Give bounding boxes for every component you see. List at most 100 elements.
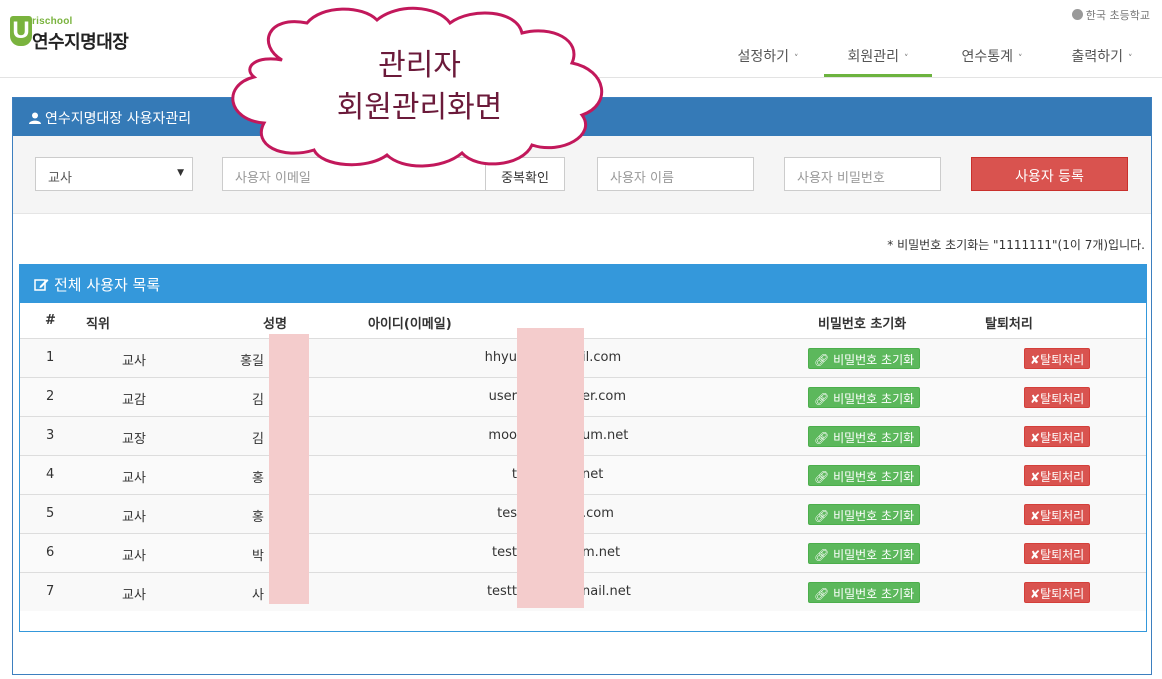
caret-down-icon: ▼ — [177, 168, 184, 178]
email-placeholder: 사용자 이메일 — [235, 171, 311, 186]
chevron-down-icon: ˅ — [1128, 54, 1133, 64]
withdraw-button[interactable]: ✘탈퇴처리 — [1024, 582, 1091, 603]
chevron-down-icon: ˅ — [904, 54, 909, 64]
logo-title: 연수지명대장 — [32, 32, 129, 53]
row-name: 박 — [252, 549, 264, 564]
nav-print-label: 출력하기 — [1071, 49, 1124, 65]
col-header-role: 직위 — [86, 317, 110, 332]
row-role: 교사 — [122, 471, 146, 486]
row-name: 사 — [252, 588, 264, 603]
close-icon: ✘ — [1030, 509, 1041, 523]
reset-password-button[interactable]: 🔗︎ 비밀번호 초기화 — [808, 582, 921, 603]
reset-password-label: 비밀번호 초기화 — [833, 392, 915, 406]
withdraw-button[interactable]: ✘탈퇴처리 — [1024, 348, 1091, 369]
col-header-name: 성명 — [263, 317, 287, 332]
reset-password-button[interactable]: 🔗︎ 비밀번호 초기화 — [808, 504, 921, 525]
link-icon: 🔗︎ — [814, 392, 830, 406]
row-email-end: er.com — [582, 389, 627, 404]
nav-statistics[interactable]: 연수통계 ˅ — [942, 36, 1042, 77]
school-name: 한국 초등학교 — [1071, 7, 1150, 23]
withdraw-button[interactable]: ✘탈퇴처리 — [1024, 543, 1091, 564]
link-icon: 🔗︎ — [814, 509, 830, 523]
row-number: 1 — [46, 350, 55, 365]
nav-members-label: 회원관리 — [847, 49, 900, 65]
row-role: 교사 — [122, 549, 146, 564]
row-number: 6 — [46, 545, 55, 560]
row-email-end: nail.net — [582, 584, 631, 599]
row-number: 7 — [46, 584, 55, 599]
row-number: 3 — [46, 428, 55, 443]
list-header: 전체 사용자 목록 — [20, 265, 1146, 303]
reset-password-label: 비밀번호 초기화 — [833, 353, 915, 367]
withdraw-label: 탈퇴처리 — [1040, 509, 1085, 523]
panel-title: 연수지명대장 사용자관리 — [45, 111, 192, 127]
row-email-start: testt — [486, 584, 517, 599]
reset-password-button[interactable]: 🔗︎ 비밀번호 초기화 — [808, 348, 921, 369]
row-email-start: hhyu — [484, 350, 517, 365]
reset-password-button[interactable]: 🔗︎ 비밀번호 초기화 — [808, 426, 921, 447]
link-icon: 🔗︎ — [814, 470, 830, 484]
annotation-text: 관리자 회원관리화면 — [222, 45, 617, 129]
row-number: 4 — [46, 467, 55, 482]
withdraw-button[interactable]: ✘탈퇴처리 — [1024, 465, 1091, 486]
redaction-mask — [269, 334, 309, 604]
chevron-down-icon: ˅ — [794, 54, 799, 64]
link-icon: 🔗︎ — [814, 587, 830, 601]
row-number: 2 — [46, 389, 55, 404]
nav-settings-label: 설정하기 — [737, 49, 790, 65]
name-placeholder: 사용자 이름 — [610, 171, 674, 186]
reset-password-button[interactable]: 🔗︎ 비밀번호 초기화 — [808, 387, 921, 408]
col-header-reset: 비밀번호 초기화 — [818, 317, 907, 332]
row-email-start: user — [488, 389, 517, 404]
row-name: 김 — [252, 393, 264, 408]
edit-icon — [34, 279, 49, 291]
nav-members[interactable]: 회원관리 ˅ — [824, 36, 932, 77]
col-header-number: # — [45, 313, 56, 328]
reset-password-label: 비밀번호 초기화 — [833, 431, 915, 445]
col-header-delete: 탈퇴처리 — [985, 317, 1033, 332]
nav-settings[interactable]: 설정하기 ˅ — [718, 36, 818, 77]
withdraw-button[interactable]: ✘탈퇴처리 — [1024, 504, 1091, 525]
row-name: 홍 — [252, 510, 264, 525]
link-icon: 🔗︎ — [814, 548, 830, 562]
row-email-end: .com — [582, 506, 614, 521]
chevron-down-icon: ˅ — [1018, 54, 1023, 64]
reset-password-button[interactable]: 🔗︎ 비밀번호 초기화 — [808, 543, 921, 564]
row-email-start: tes — [497, 506, 517, 521]
logo-subtitle: rischool — [32, 16, 73, 27]
col-header-email: 아이디(이메일) — [368, 317, 452, 332]
row-role: 교사 — [122, 510, 146, 525]
row-name: 홍 — [252, 471, 264, 486]
annotation-line-1: 관리자 — [378, 48, 461, 83]
row-email-end: net — [582, 467, 604, 482]
close-icon: ✘ — [1030, 392, 1041, 406]
withdraw-label: 탈퇴처리 — [1040, 353, 1085, 367]
annotation-line-2: 회원관리화면 — [336, 90, 503, 125]
withdraw-label: 탈퇴처리 — [1040, 431, 1085, 445]
close-icon: ✘ — [1030, 548, 1041, 562]
logo-letter: U — [10, 16, 32, 46]
withdraw-label: 탈퇴처리 — [1040, 392, 1085, 406]
close-icon: ✘ — [1030, 353, 1041, 367]
reset-password-button[interactable]: 🔗︎ 비밀번호 초기화 — [808, 465, 921, 486]
reset-password-label: 비밀번호 초기화 — [833, 548, 915, 562]
close-icon: ✘ — [1030, 470, 1041, 484]
withdraw-label: 탈퇴처리 — [1040, 470, 1085, 484]
name-input[interactable]: 사용자 이름 — [597, 157, 754, 191]
withdraw-button[interactable]: ✘탈퇴처리 — [1024, 426, 1091, 447]
user-list-panel: 전체 사용자 목록 # 직위 성명 아이디(이메일) 비밀번호 초기화 탈퇴처리… — [19, 264, 1147, 632]
reset-password-label: 비밀번호 초기화 — [833, 509, 915, 523]
role-select[interactable]: 교사 ▼ — [35, 157, 193, 191]
row-role: 교사 — [122, 588, 146, 603]
reset-password-label: 비밀번호 초기화 — [833, 587, 915, 601]
row-role: 교사 — [122, 354, 146, 369]
row-email-end: m.net — [582, 545, 621, 560]
register-user-button[interactable]: 사용자 등록 — [971, 157, 1128, 191]
globe-icon — [1071, 9, 1083, 20]
password-input[interactable]: 사용자 비밀번호 — [784, 157, 941, 191]
password-placeholder: 사용자 비밀번호 — [797, 171, 885, 186]
nav-statistics-label: 연수통계 — [961, 49, 1014, 65]
nav-print[interactable]: 출력하기 ˅ — [1052, 36, 1152, 77]
row-email-start: moo — [488, 428, 517, 443]
withdraw-button[interactable]: ✘탈퇴처리 — [1024, 387, 1091, 408]
